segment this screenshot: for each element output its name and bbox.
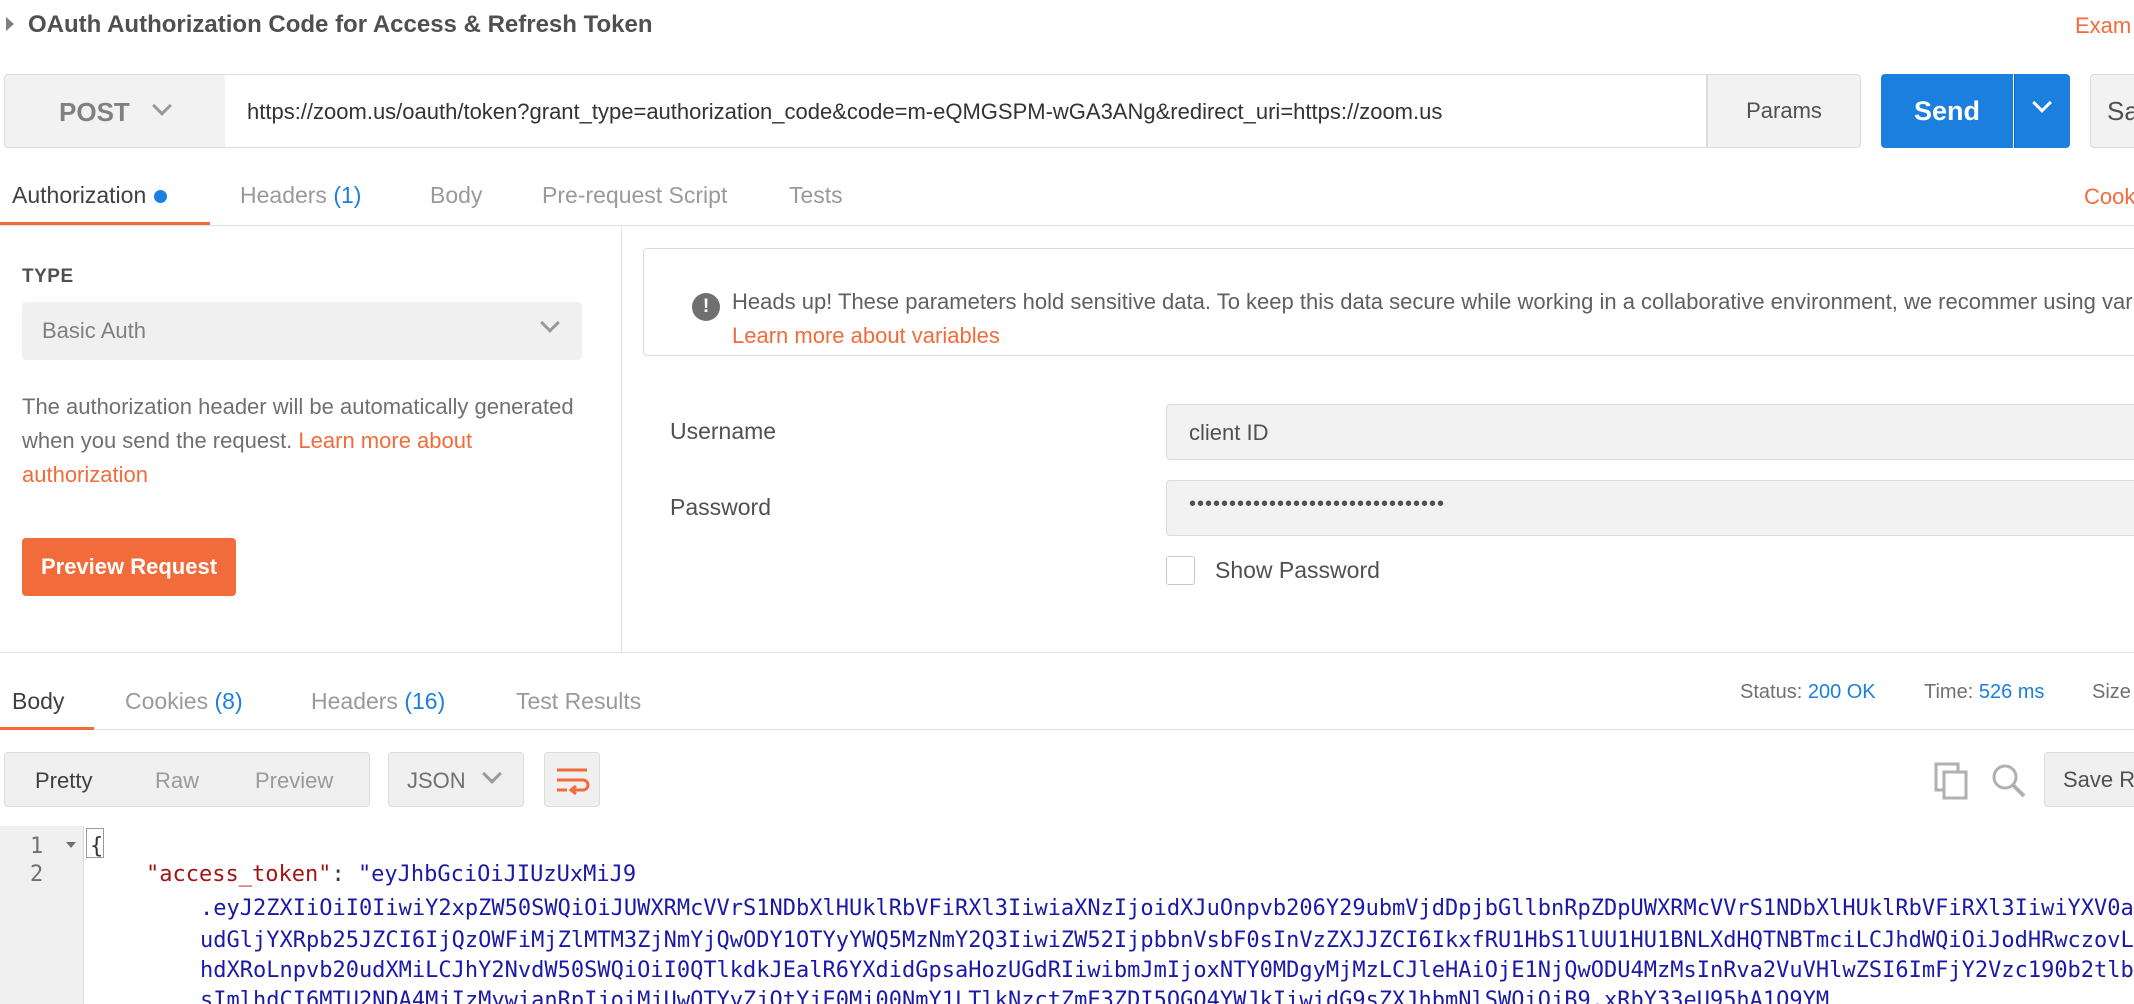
status-readout: Status: 200 OK bbox=[1740, 681, 1876, 704]
response-toolbar: Pretty Raw Preview JSON Save R bbox=[0, 752, 2134, 812]
request-tabs: Authorization Headers (1) Body Pre-reque… bbox=[0, 170, 2134, 226]
time-value: 526 ms bbox=[1978, 681, 2045, 703]
time-readout: Time: 526 ms bbox=[1924, 681, 2044, 704]
tab-tests[interactable]: Tests bbox=[789, 182, 843, 209]
method-select[interactable]: POST bbox=[4, 74, 226, 148]
code-open-brace: { bbox=[90, 834, 104, 859]
url-text: https://zoom.us/oauth/token?grant_type=a… bbox=[247, 99, 1443, 124]
tab-test-results[interactable]: Test Results bbox=[516, 688, 641, 715]
code-line: sImlhdCI6MTU2NDA4MjIzMywianRpIjoiMjUwOTY… bbox=[200, 988, 1830, 1004]
url-input[interactable]: https://zoom.us/oauth/token?grant_type=a… bbox=[225, 74, 1707, 148]
method-label: POST bbox=[59, 97, 130, 127]
time-label: Time: bbox=[1924, 681, 1974, 703]
learn-more-variables-link[interactable]: Learn more about variables bbox=[732, 323, 1000, 348]
request-title[interactable]: OAuth Authorization Code for Access & Re… bbox=[28, 11, 653, 39]
search-icon[interactable] bbox=[1990, 762, 2028, 800]
password-label: Password bbox=[670, 494, 771, 520]
code-line: udGljYXRpb25JZCI6IjQzOWFiMjZlMTM3ZjNmYjQ… bbox=[200, 928, 2134, 953]
tab-label: Headers bbox=[311, 688, 398, 714]
auth-type-select[interactable]: Basic Auth bbox=[22, 302, 582, 360]
send-button[interactable]: Send bbox=[1881, 74, 2013, 148]
line-number: 2 bbox=[30, 862, 44, 887]
tab-response-body[interactable]: Body bbox=[12, 688, 64, 715]
cookies-link[interactable]: Cook bbox=[2084, 184, 2134, 210]
collapse-caret-icon[interactable] bbox=[6, 17, 14, 31]
request-url-bar: POST https://zoom.us/oauth/token?grant_t… bbox=[0, 72, 2134, 152]
examples-link[interactable]: Exam bbox=[2075, 13, 2131, 39]
format-value: JSON bbox=[407, 768, 466, 793]
raw-button[interactable]: Raw bbox=[155, 768, 199, 794]
tab-authorization[interactable]: Authorization bbox=[12, 182, 168, 209]
request-title-bar: OAuth Authorization Code for Access & Re… bbox=[0, 0, 2134, 54]
active-tab-underline bbox=[0, 222, 210, 225]
save-button[interactable]: Sa bbox=[2090, 74, 2134, 148]
password-value: •••••••••••••••••••••••••••••••• bbox=[1189, 493, 1446, 515]
line-number: 1 bbox=[30, 834, 44, 859]
username-label: Username bbox=[670, 418, 777, 444]
response-tabs: Body Cookies (8) Headers (16) Test Resul… bbox=[0, 652, 2134, 730]
chevron-down-icon bbox=[540, 313, 560, 333]
params-button[interactable]: Params bbox=[1707, 74, 1861, 148]
chevron-down-icon bbox=[2032, 93, 2052, 113]
username-value: client ID bbox=[1189, 420, 1269, 445]
tab-label: Headers bbox=[240, 182, 327, 208]
show-password-checkbox[interactable] bbox=[1166, 556, 1195, 585]
status-value: 200 OK bbox=[1807, 681, 1876, 703]
code-line: .eyJ2ZXIiOiI0IiwiY2xpZW50SWQiOiJUWXRMcVV… bbox=[200, 896, 2134, 921]
tab-label: Authorization bbox=[12, 182, 147, 208]
tab-headers[interactable]: Headers (1) bbox=[240, 182, 361, 209]
preview-request-button[interactable]: Preview Request bbox=[22, 538, 236, 596]
code-line: "access_token": "eyJhbGciOiJIUzUxMiJ9 bbox=[146, 862, 636, 887]
chevron-down-icon bbox=[482, 764, 502, 784]
username-input[interactable]: client ID bbox=[1166, 404, 2134, 460]
tab-response-cookies[interactable]: Cookies (8) bbox=[125, 688, 243, 715]
auth-type-value: Basic Auth bbox=[42, 318, 146, 343]
send-dropdown-button[interactable] bbox=[2014, 74, 2070, 148]
format-select[interactable]: JSON bbox=[388, 752, 524, 807]
password-input[interactable]: •••••••••••••••••••••••••••••••• bbox=[1166, 480, 2134, 536]
tab-response-headers[interactable]: Headers (16) bbox=[311, 688, 445, 715]
tab-count: (16) bbox=[404, 688, 446, 714]
sensitive-data-notice: ! Heads up! These parameters hold sensit… bbox=[643, 248, 2134, 356]
show-password-label[interactable]: Show Password bbox=[1215, 557, 1380, 584]
save-response-button[interactable]: Save R bbox=[2044, 752, 2134, 807]
wrap-lines-icon bbox=[557, 768, 590, 796]
notice-message: Heads up! These parameters hold sensitiv… bbox=[732, 289, 2134, 314]
size-readout: Size bbox=[2092, 681, 2131, 703]
tab-body[interactable]: Body bbox=[430, 182, 482, 209]
json-colon: : bbox=[331, 862, 358, 887]
line-number-gutter: 1 2 bbox=[0, 826, 84, 1004]
auth-description: The authorization header will be automat… bbox=[22, 390, 582, 492]
status-label: Status: bbox=[1740, 681, 1803, 703]
json-key: "access_token" bbox=[146, 862, 332, 887]
view-mode-segmented: Pretty Raw Preview bbox=[4, 752, 370, 807]
json-string: "eyJhbGciOiJIUzUxMiJ9 bbox=[357, 862, 637, 887]
copy-icon[interactable] bbox=[1934, 762, 1970, 800]
response-body-code[interactable]: 1 2 { "access_token": "eyJhbGciOiJIUzUxM… bbox=[0, 826, 2134, 1004]
tab-label: Cookies bbox=[125, 688, 209, 714]
pretty-button[interactable]: Pretty bbox=[35, 768, 92, 794]
chevron-down-icon bbox=[152, 96, 172, 116]
tab-count: (8) bbox=[214, 688, 243, 714]
type-label: TYPE bbox=[22, 266, 74, 287]
fold-caret-icon[interactable] bbox=[66, 842, 76, 848]
modified-dot-icon bbox=[154, 190, 168, 204]
wrap-lines-button[interactable] bbox=[544, 752, 600, 807]
alert-icon: ! bbox=[692, 293, 720, 321]
active-tab-underline bbox=[0, 727, 94, 730]
tab-pre-request-script[interactable]: Pre-request Script bbox=[542, 182, 727, 209]
code-line: hdXRoLnpvb20udXMiLCJhY2NvdW50SWQiOiI0QTl… bbox=[200, 958, 2134, 983]
auth-fields-panel: ! Heads up! These parameters hold sensit… bbox=[623, 226, 2134, 652]
auth-type-panel: TYPE Basic Auth The authorization header… bbox=[0, 226, 622, 652]
notice-text: Heads up! These parameters hold sensitiv… bbox=[732, 285, 2134, 353]
preview-button[interactable]: Preview bbox=[255, 768, 333, 794]
tab-count: (1) bbox=[333, 182, 362, 208]
